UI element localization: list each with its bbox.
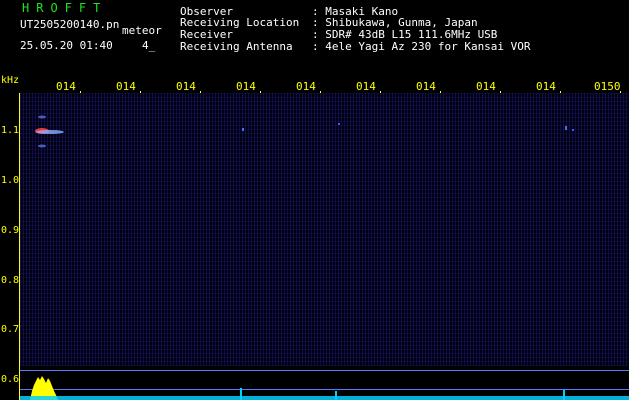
echo-dot [338, 123, 340, 125]
signal-spike [563, 390, 565, 400]
x-tick-label: 014 [476, 80, 496, 93]
channel-label: 4_ [142, 39, 156, 52]
hrofft-logo: HROFFT [22, 1, 108, 15]
noise-floor [20, 396, 629, 400]
mode-label: meteor [122, 24, 162, 37]
filename-label: UT2505200140.pn [20, 18, 120, 31]
x-tick-label: 014 [356, 80, 376, 93]
y-unit-label: kHz [1, 75, 20, 86]
y-tick-label: 0.9 [1, 225, 20, 236]
echo-dot [572, 129, 574, 131]
y-tick-label: 1.1 [1, 125, 20, 136]
spectrogram-echoes [35, 115, 574, 148]
antenna-value: : 4ele Yagi Az 230 for Kansai VOR [312, 40, 531, 53]
y-tick-label: 0.7 [1, 324, 20, 335]
x-tick-label: 014 [56, 80, 76, 93]
x-tick-label: 014 [296, 80, 316, 93]
meteor-echo [35, 115, 64, 148]
x-tick-label: 0150 [594, 80, 621, 93]
antenna-label: Receiving Antenna [180, 40, 293, 53]
echo-dot [565, 126, 567, 130]
spectrogram [20, 93, 629, 366]
datetime-label: 25.05.20 01:40 [20, 39, 113, 52]
x-tick-label: 014 [116, 80, 136, 93]
x-tick-label: 014 [416, 80, 436, 93]
signal-strength-strip [20, 376, 629, 400]
hrofft-screen: HROFFT UT2505200140.pn meteor 25.05.20 0… [0, 0, 629, 400]
y-tick-label: 0.8 [1, 275, 20, 286]
y-tick-label: 0.6 [1, 374, 20, 385]
x-tick-label: 014 [536, 80, 556, 93]
echo-dot [242, 128, 244, 131]
y-tick-label: 1.0 [1, 175, 20, 186]
signal-spike [240, 388, 242, 400]
signal-spike [335, 391, 337, 400]
x-tick-label: 014 [236, 80, 256, 93]
x-tick-label: 014 [176, 80, 196, 93]
